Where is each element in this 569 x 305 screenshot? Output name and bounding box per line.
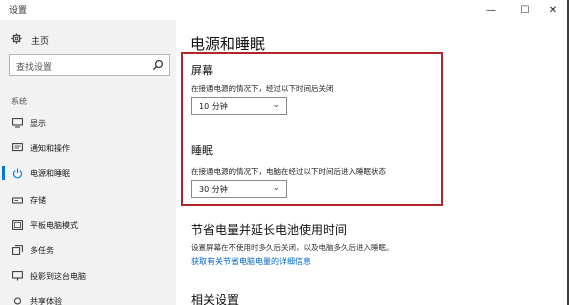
sidebar-item-label: 存储 — [30, 195, 46, 205]
screen-description: 在接通电源的情况下，经过以下时间后关闭 — [191, 84, 334, 93]
title-bar: 设置 — ☐ ✕ — [0, 0, 567, 20]
projector-icon — [11, 270, 23, 282]
sidebar-item-display[interactable]: 显示 — [0, 113, 176, 133]
sleep-heading: 睡眠 — [191, 144, 213, 157]
sidebar-item-label: 通知和操作 — [30, 143, 70, 153]
page-title: 电源和睡眠 — [190, 35, 266, 53]
notification-icon — [11, 142, 23, 154]
search-box[interactable] — [9, 54, 170, 78]
sleep-timeout-dropdown[interactable]: 30 分钟 ⌄ — [191, 180, 287, 198]
power-saving-info-link[interactable]: 获取有关节省电脑电量的详细信息 — [191, 256, 311, 267]
power-icon — [11, 167, 23, 179]
chevron-down-icon: ⌄ — [272, 183, 280, 193]
screen-timeout-value: 10 分钟 — [199, 101, 228, 111]
screen-timeout-dropdown[interactable]: 10 分钟 ⌄ — [191, 97, 287, 115]
screen-heading: 屏幕 — [191, 64, 213, 77]
monitor-icon — [11, 117, 23, 129]
sidebar-item-label: 平板电脑模式 — [30, 220, 78, 230]
tablet-icon — [11, 219, 23, 231]
multitask-icon — [11, 244, 23, 256]
sidebar-item-notifications[interactable]: 通知和操作 — [0, 138, 176, 158]
section-label-system: 系统 — [11, 97, 27, 106]
share-icon — [11, 295, 23, 305]
related-settings-heading: 相关设置 — [191, 293, 240, 305]
sidebar-item-label: 电源和睡眠 — [30, 168, 70, 178]
battery-heading: 节省电量并延长电池使用时间 — [191, 223, 348, 237]
sidebar-item-label: 投影到这台电脑 — [30, 271, 86, 281]
sidebar-item-tablet-mode[interactable]: 平板电脑模式 — [0, 215, 176, 235]
chevron-down-icon: ⌄ — [272, 100, 280, 110]
sidebar-home-label: 主页 — [31, 36, 50, 47]
sidebar-item-label: 多任务 — [30, 245, 54, 255]
sleep-description: 在接通电源的情况下，电脑在经过以下时间后进入睡眠状态 — [191, 167, 386, 176]
sleep-timeout-value: 30 分钟 — [199, 184, 228, 194]
sidebar-item-label: 显示 — [30, 118, 46, 128]
sidebar-home[interactable]: 主页 — [11, 33, 49, 47]
sidebar-item-storage[interactable]: 存储 — [0, 190, 176, 210]
settings-window: 设置 — ☐ ✕ 主页 系统 显示 通知和操作 电源和睡眠 存储 平板电脑模式 — [0, 0, 569, 305]
sidebar-item-shared-experiences[interactable]: 共享体验 — [0, 291, 176, 305]
battery-description: 设置屏幕在不使用时多久后关闭，以及电脑多久后进入睡眠。 — [191, 243, 394, 252]
gear-icon — [11, 33, 25, 47]
search-input[interactable] — [10, 58, 150, 78]
sidebar-item-project[interactable]: 投影到这台电脑 — [0, 266, 176, 286]
sidebar-item-power-sleep[interactable]: 电源和睡眠 — [0, 163, 176, 183]
search-icon[interactable] — [152, 59, 164, 71]
storage-icon — [11, 194, 23, 206]
close-button[interactable]: ✕ — [537, 0, 569, 20]
active-indicator — [2, 166, 5, 180]
sidebar-item-label: 共享体验 — [30, 296, 62, 305]
minimize-button[interactable]: — — [475, 0, 507, 20]
sidebar-item-multitasking[interactable]: 多任务 — [0, 240, 176, 260]
window-title: 设置 — [9, 6, 28, 16]
